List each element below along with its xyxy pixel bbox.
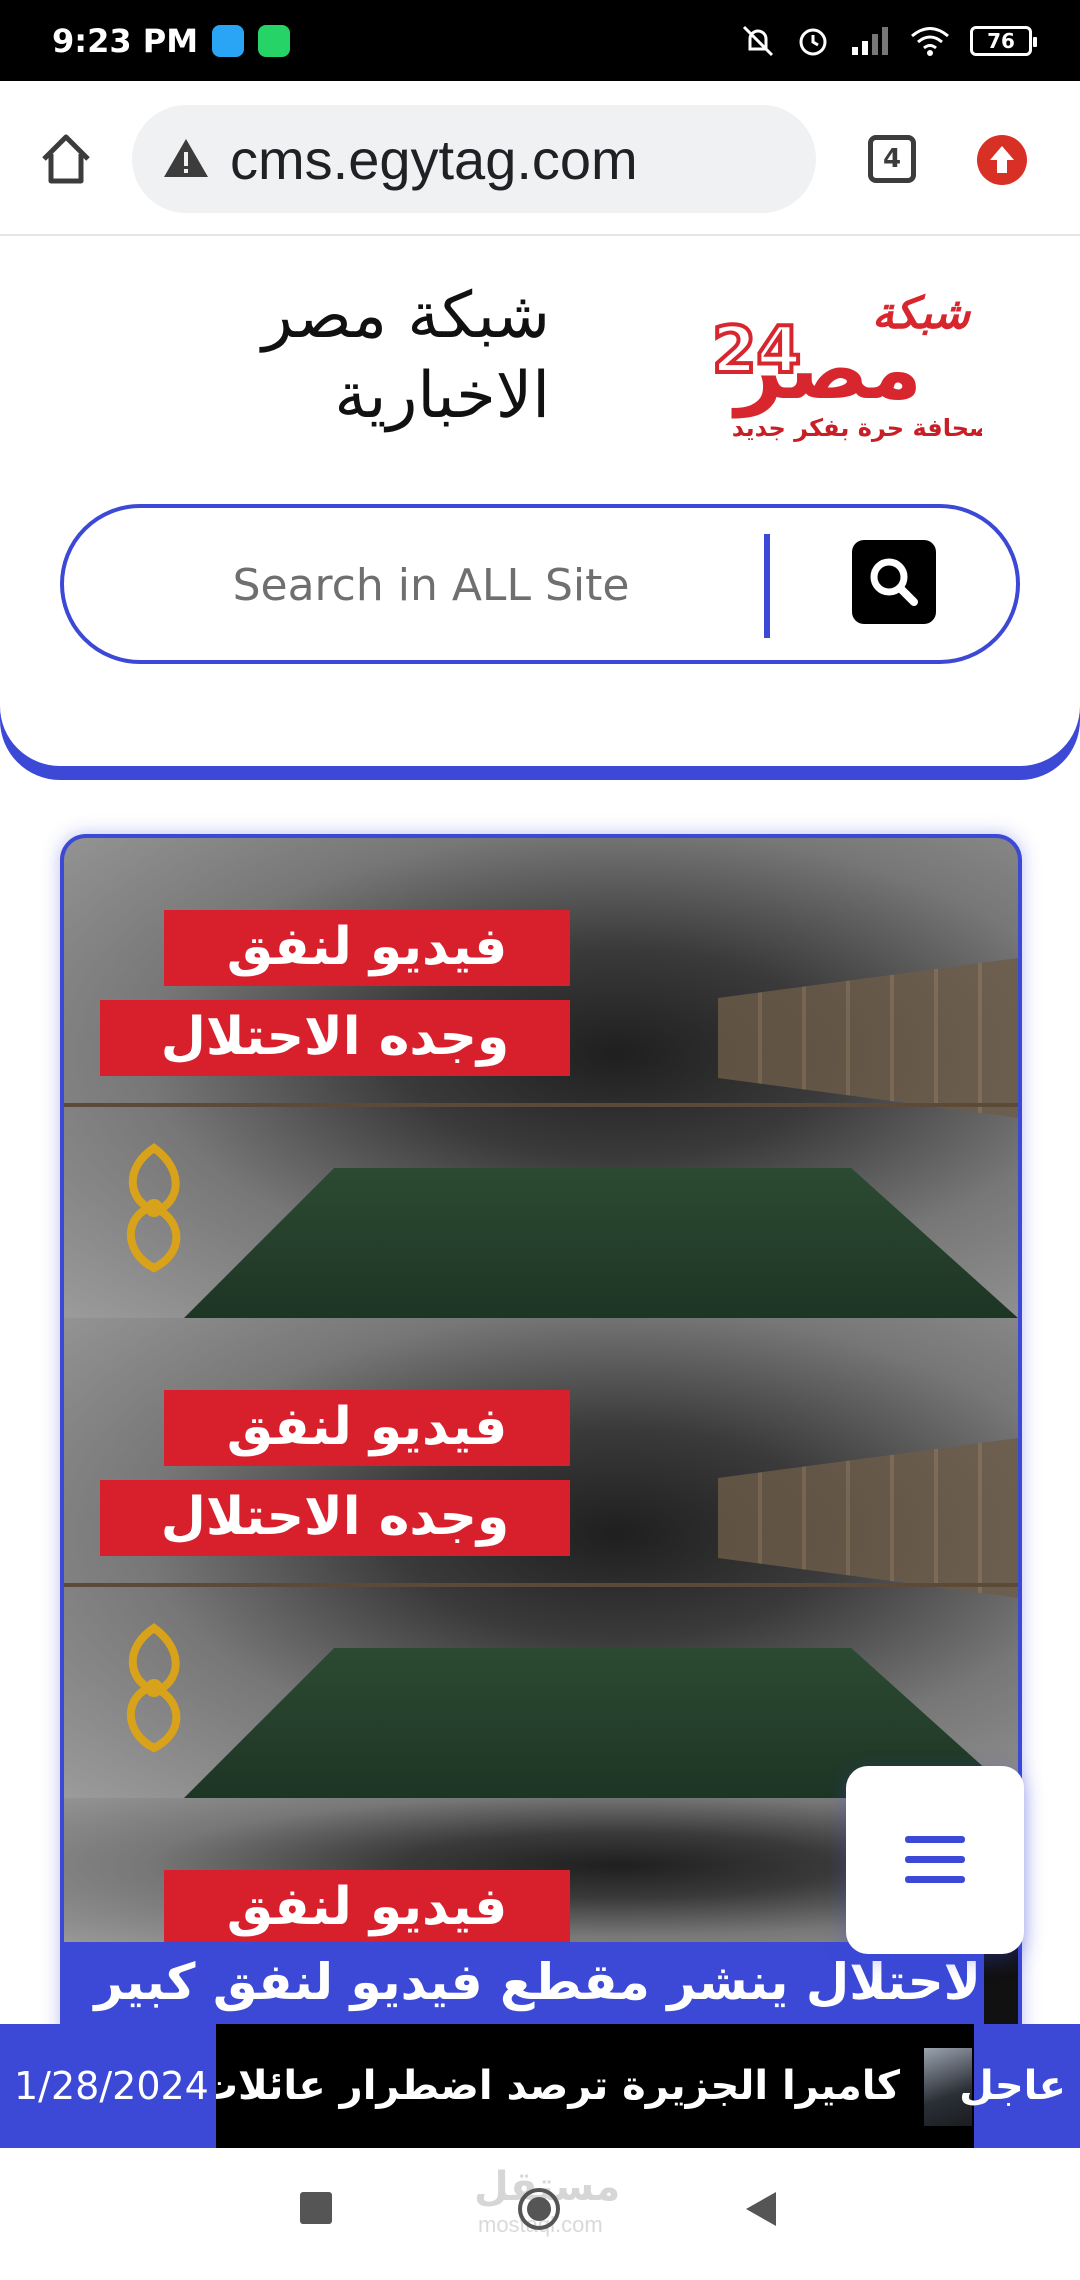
tab-switcher-button[interactable]: 4 [868,135,916,183]
menu-button[interactable] [846,1766,1024,1954]
site-title-line-2: الاخبارية [334,359,550,433]
search-button[interactable] [852,540,936,624]
breaking-label: عاجل [959,2063,1066,2109]
article-image-frame: فيديو لنفق وجده الاحتلال [64,1318,1018,1798]
image-caption-tag: فيديو لنفق [164,1870,570,1946]
search-bar [60,504,1020,664]
svg-text:24: 24 [712,314,801,388]
ticker-date: 1/28/2024 [14,2064,209,2108]
whatsapp-notification-icon [258,24,291,57]
home-icon[interactable] [36,129,96,189]
signal-icon [852,26,888,55]
alarm-icon [799,28,827,55]
mute-icon [742,25,774,56]
battery-icon: 76 [970,25,1037,56]
not-secure-warning-icon[interactable] [162,135,210,183]
search-icon [870,558,918,606]
image-caption-tag: فيديو لنفق [164,910,570,986]
image-caption-tag: وجده الاحتلال [100,1000,570,1076]
wifi-icon [911,26,949,56]
battery-level: 76 [987,28,1015,53]
breaking-news-ticker: 1/28/2024 كاميرا الجزيرة ترصد اضطرار عائ… [0,2024,1080,2148]
article-image-frame: فيديو لنفق وجده الاحتلال [64,838,1018,1318]
site-title: شبكة مصر الاخبارية [200,276,550,436]
site-title-line-1: شبكة مصر [261,279,550,353]
image-caption-tag: فيديو لنفق [164,1390,570,1466]
svg-text:صحافة حرة بفكر جديد: صحافة حرة بفكر جديد [732,414,982,442]
address-bar[interactable]: cms.egytag.com [132,105,816,213]
search-input[interactable] [104,538,758,632]
messenger-notification-icon [212,24,245,57]
image-caption-tag: وجده الاحتلال [100,1480,570,1556]
search-divider [764,534,770,638]
recents-icon[interactable] [298,2190,334,2226]
aljazeera-logo-icon [126,1623,181,1753]
site-logo[interactable]: شبكة مصر 24 صحافة حرة بفكر جديد [622,276,982,446]
back-icon[interactable] [744,2190,778,2228]
status-time: 9:23 PM [52,21,199,60]
browser-toolbar: cms.egytag.com 4 [0,81,1080,236]
home-nav-icon[interactable] [516,2186,562,2232]
ticker-headline[interactable]: كاميرا الجزيرة ترصد اضطرار عائلات فلسطين… [216,2024,900,2148]
status-bar: 9:23 PM 76 [0,0,1080,81]
ticker-strip: كاميرا الجزيرة ترصد اضطرار عائلات فلسطين… [216,2024,974,2148]
hamburger-menu-icon [905,1836,965,1883]
aljazeera-logo-icon [126,1143,181,1273]
system-navigation-bar: مستقل mostaql.com [0,2148,1080,2280]
update-icon[interactable] [976,134,1028,186]
url-text: cms.egytag.com [230,127,638,191]
headline-edge [984,1942,1018,2032]
tab-count: 4 [882,144,902,174]
site-header: شبكة مصر الاخبارية شبكة مصر 24 صحافة حرة… [0,236,1080,766]
